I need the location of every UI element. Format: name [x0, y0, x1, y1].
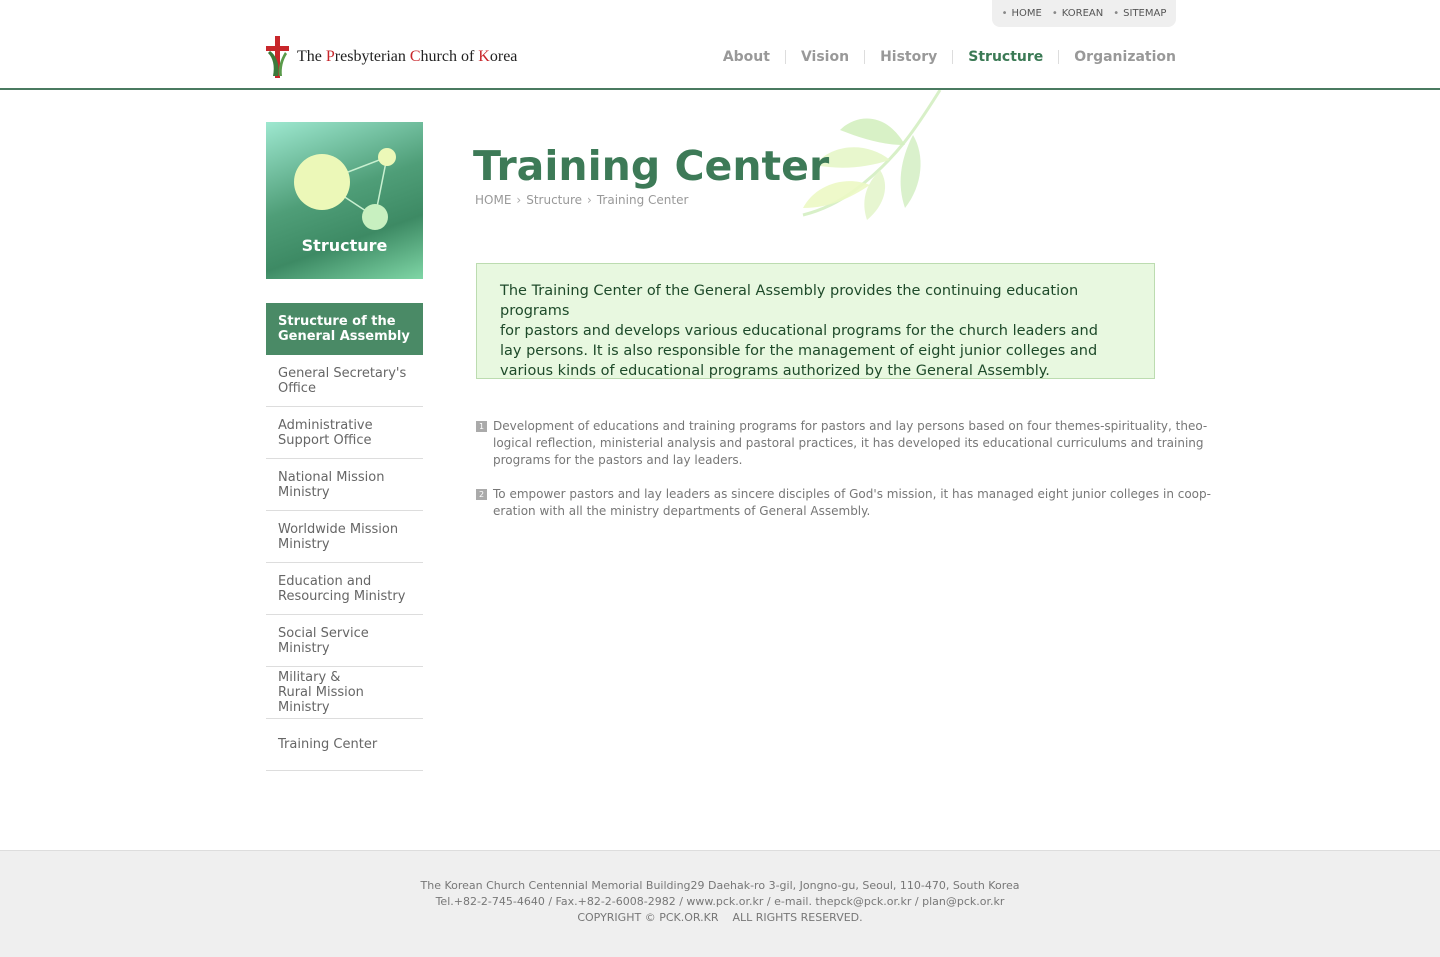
- list-item-text: Development of educations and training p…: [493, 419, 1208, 467]
- nav-history[interactable]: History: [864, 50, 952, 64]
- list-item: 1 Development of educations and training…: [476, 418, 1207, 469]
- logo-text: The Presbyterian Church of Korea: [297, 48, 518, 65]
- cross-logo-icon: [266, 36, 289, 78]
- header-divider: [0, 88, 1440, 90]
- nav-about[interactable]: About: [708, 50, 785, 64]
- side-item-military-rural-mission-ministry[interactable]: Military & Rural Mission Ministry: [266, 667, 423, 719]
- side-item-social-service-ministry[interactable]: Social Service Ministry: [266, 615, 423, 667]
- nav-structure[interactable]: Structure: [952, 50, 1058, 64]
- molecule-icon: [294, 148, 396, 230]
- intro-line: for pastors and develops various educati…: [500, 323, 1098, 339]
- intro-line: lay persons. It is also responsible for …: [500, 343, 1098, 359]
- site-logo[interactable]: The Presbyterian Church of Korea: [265, 36, 517, 78]
- side-item-training-center[interactable]: Training Center: [266, 719, 423, 771]
- breadcrumb-current: Training Center: [596, 193, 689, 207]
- breadcrumb-separator-icon: ›: [516, 193, 522, 207]
- breadcrumb-home[interactable]: HOME: [475, 193, 511, 207]
- footer-contact: Tel.+82-2-745-4640 / Fax.+82-2-6008-2982…: [435, 895, 1005, 908]
- side-item-general-secretary-office[interactable]: General Secretary's Office: [266, 355, 423, 407]
- side-item-national-mission-ministry[interactable]: National Mission Ministry: [266, 459, 423, 511]
- side-item-administrative-support-office[interactable]: Administrative Support Office: [266, 407, 423, 459]
- list-item-text: To empower pastors and lay leaders as si…: [493, 487, 1211, 518]
- util-sitemap-link[interactable]: SITEMAP: [1113, 8, 1166, 19]
- intro-box: The Training Center of the General Assem…: [476, 263, 1155, 379]
- main-nav: About Vision History Structure Organizat…: [708, 50, 1176, 64]
- footer-address: The Korean Church Centennial Memorial Bu…: [420, 879, 1020, 892]
- footer: The Korean Church Centennial Memorial Bu…: [0, 850, 1440, 957]
- list-item: 2 To empower pastors and lay leaders as …: [476, 486, 1211, 520]
- breadcrumb-separator-icon: ›: [587, 193, 592, 207]
- utility-nav: HOME KOREAN SITEMAP: [992, 0, 1176, 27]
- side-item-structure-of-general-assembly[interactable]: Structure of the General Assembly: [266, 303, 423, 355]
- number-badge: 2: [476, 489, 487, 500]
- nav-organization[interactable]: Organization: [1058, 50, 1176, 64]
- intro-line: various kinds of educational programs au…: [500, 363, 1050, 379]
- nav-vision[interactable]: Vision: [784, 50, 864, 64]
- breadcrumb: HOME › Structure › Training Center: [475, 193, 688, 207]
- breadcrumb-structure[interactable]: Structure: [526, 193, 582, 207]
- side-item-education-resourcing-ministry[interactable]: Education and Resourcing Ministry: [266, 563, 423, 615]
- side-item-worldwide-mission-ministry[interactable]: Worldwide Mission Ministry: [266, 511, 423, 563]
- intro-line: The Training Center of the General Assem…: [500, 283, 1079, 319]
- section-hero-banner: Structure: [266, 122, 423, 279]
- util-home-link[interactable]: HOME: [1002, 8, 1042, 19]
- footer-copyright: COPYRIGHT © PCK.OR.KR ALL RIGHTS RESERVE…: [577, 911, 863, 924]
- util-korean-link[interactable]: KOREAN: [1052, 8, 1103, 19]
- section-hero-title: Structure: [301, 236, 388, 255]
- page-title: Training Center: [473, 142, 830, 190]
- numbered-list: 1 Development of educations and training…: [476, 418, 1211, 537]
- number-badge: 1: [476, 421, 487, 432]
- side-menu: Structure of the General Assembly Genera…: [266, 303, 423, 771]
